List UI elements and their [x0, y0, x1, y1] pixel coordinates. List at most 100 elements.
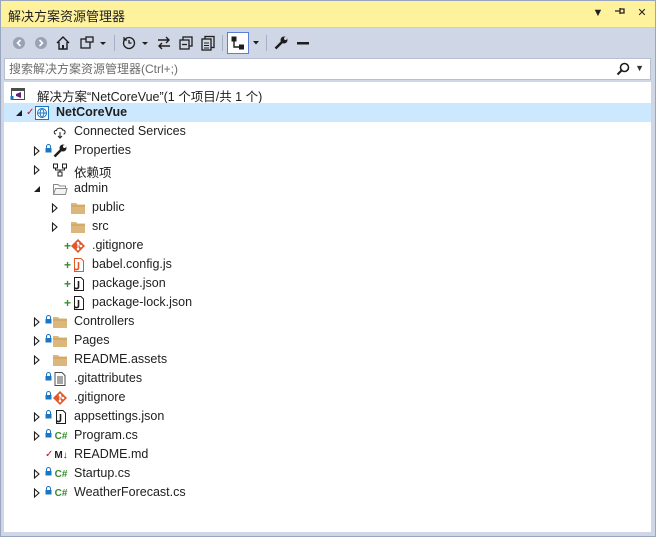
js-file-icon	[70, 257, 86, 273]
tree-item-program-cs[interactable]: C# Program.cs	[4, 426, 651, 445]
toolbar	[1, 28, 655, 58]
folder-icon	[70, 219, 86, 235]
preview-selected-items-button[interactable]	[227, 32, 249, 54]
tree-item-gitattributes[interactable]: .gitattributes	[4, 369, 651, 388]
switch-views-button[interactable]	[77, 32, 109, 54]
tree-item-admin-gitignore[interactable]: + .gitignore	[4, 236, 651, 255]
tree-item-public[interactable]: public	[4, 198, 651, 217]
tree-item-controllers[interactable]: Controllers	[4, 312, 651, 331]
tree-item-label: WeatherForecast.cs	[74, 485, 186, 499]
tree-item-readme-md[interactable]: ✓ M↓ README.md	[4, 445, 651, 464]
tree-item-label: src	[92, 219, 109, 233]
csharp-file-icon: C#	[54, 430, 68, 442]
show-all-files-button[interactable]	[199, 32, 217, 54]
solution-tree: 解决方案“NetCoreVue”(1 个项目/共 1 个) ✓ NetCoreV…	[4, 82, 651, 532]
expand-arrow-icon[interactable]	[31, 407, 43, 426]
solution-explorer-window: 解决方案资源管理器 ▼ ✕ 搜索解决方案资源管理器(Ctrl+;) ▼ 解决方案…	[0, 0, 656, 537]
expand-arrow-icon[interactable]	[31, 464, 43, 483]
tree-item-startup-cs[interactable]: C# Startup.cs	[4, 464, 651, 483]
folder-icon	[52, 333, 68, 349]
forward-button[interactable]	[32, 32, 50, 54]
tree-item-label: Startup.cs	[74, 466, 131, 480]
preview-dropdown-button[interactable]	[250, 32, 262, 54]
search-options-dropdown-icon[interactable]: ▼	[635, 63, 644, 73]
pending-changes-filter-button[interactable]	[119, 32, 151, 54]
tree-item-label: public	[92, 200, 125, 214]
tree-item-label: .gitattributes	[74, 371, 143, 385]
tree-item-pages[interactable]: Pages	[4, 331, 651, 350]
json-file-icon	[52, 409, 68, 425]
expand-arrow-icon[interactable]	[49, 198, 61, 217]
lock-icon	[45, 429, 52, 443]
folder-open-icon	[52, 181, 68, 197]
expand-arrow-icon[interactable]	[31, 426, 43, 445]
home-button[interactable]	[54, 32, 72, 54]
expand-arrow-icon[interactable]	[31, 331, 43, 350]
lock-icon	[45, 410, 52, 424]
json-file-icon	[70, 295, 86, 311]
collapse-all-button[interactable]	[177, 32, 195, 54]
expand-arrow-icon[interactable]	[49, 217, 61, 236]
connected-services-icon	[52, 124, 68, 140]
tree-item-package-lock-json[interactable]: + package-lock.json	[4, 293, 651, 312]
tree-item-label: package.json	[92, 276, 166, 290]
search-input[interactable]	[9, 60, 609, 78]
tree-item-label: admin	[74, 181, 109, 195]
tree-item-appsettings-json[interactable]: appsettings.json	[4, 407, 651, 426]
git-icon	[52, 390, 68, 406]
tree-item-admin[interactable]: admin	[4, 179, 651, 198]
expand-arrow-icon[interactable]	[31, 160, 43, 179]
dependencies-icon	[52, 162, 68, 178]
tree-item-readme-assets[interactable]: README.assets	[4, 350, 651, 369]
collapse-arrow-icon[interactable]	[31, 179, 43, 198]
expand-arrow-icon[interactable]	[31, 483, 43, 502]
tree-item-dependencies[interactable]: 依赖项	[4, 160, 651, 180]
tree-item-label: .gitignore	[92, 238, 144, 252]
tree-item-label: Properties	[74, 143, 131, 157]
expand-arrow-icon[interactable]	[31, 141, 43, 160]
folder-icon	[52, 314, 68, 330]
tree-item-label: README.md	[74, 447, 149, 461]
folder-icon	[70, 200, 86, 216]
pin-icon[interactable]	[613, 5, 627, 21]
tree-item-label: appsettings.json	[74, 409, 165, 423]
git-icon	[70, 238, 86, 254]
tree-item-src[interactable]: src	[4, 217, 651, 236]
tree-item-package-json[interactable]: + package.json	[4, 274, 651, 293]
expand-arrow-icon[interactable]	[31, 350, 43, 369]
title-bar: 解决方案资源管理器 ▼ ✕	[1, 1, 655, 28]
tree-item-properties[interactable]: Properties	[4, 141, 651, 160]
csharp-file-icon: C#	[54, 487, 68, 499]
lock-icon	[45, 467, 52, 481]
window-title: 解决方案资源管理器	[8, 9, 126, 24]
csharp-file-icon: C#	[54, 468, 68, 480]
tree-item-project[interactable]: ✓ NetCoreVue	[4, 103, 651, 122]
search-box: ▼	[4, 58, 651, 80]
tree-item-label: Pages	[74, 333, 110, 347]
lock-icon	[45, 486, 52, 500]
search-icon[interactable]	[616, 62, 630, 81]
lock-icon	[45, 391, 52, 405]
tree-item-label: package-lock.json	[92, 295, 193, 309]
web-project-icon	[34, 105, 50, 121]
tree-item-weatherforecast-cs[interactable]: C# WeatherForecast.cs	[4, 483, 651, 502]
minimize-toolbar-button[interactable]	[293, 32, 313, 54]
window-options-dropdown-icon[interactable]: ▼	[591, 5, 605, 21]
tree-item-connected-services[interactable]: Connected Services	[4, 122, 651, 141]
tree-item-label: Controllers	[74, 314, 135, 328]
markdown-file-icon: M↓	[54, 449, 68, 461]
wrench-icon	[52, 143, 68, 159]
tree-item-label: README.assets	[74, 352, 168, 366]
properties-wrench-button[interactable]	[271, 32, 291, 54]
tree-item-solution[interactable]: 解决方案“NetCoreVue”(1 个项目/共 1 个)	[4, 84, 651, 104]
tree-item-label: babel.config.js	[92, 257, 172, 271]
sync-with-active-document-button[interactable]	[155, 32, 173, 54]
lock-icon	[45, 372, 52, 386]
tree-item-babel-config[interactable]: + babel.config.js	[4, 255, 651, 274]
expand-arrow-icon[interactable]	[13, 103, 25, 122]
back-button[interactable]	[10, 32, 28, 54]
json-file-icon	[70, 276, 86, 292]
expand-arrow-icon[interactable]	[31, 312, 43, 331]
close-icon[interactable]: ✕	[635, 5, 649, 21]
tree-item-gitignore[interactable]: .gitignore	[4, 388, 651, 407]
